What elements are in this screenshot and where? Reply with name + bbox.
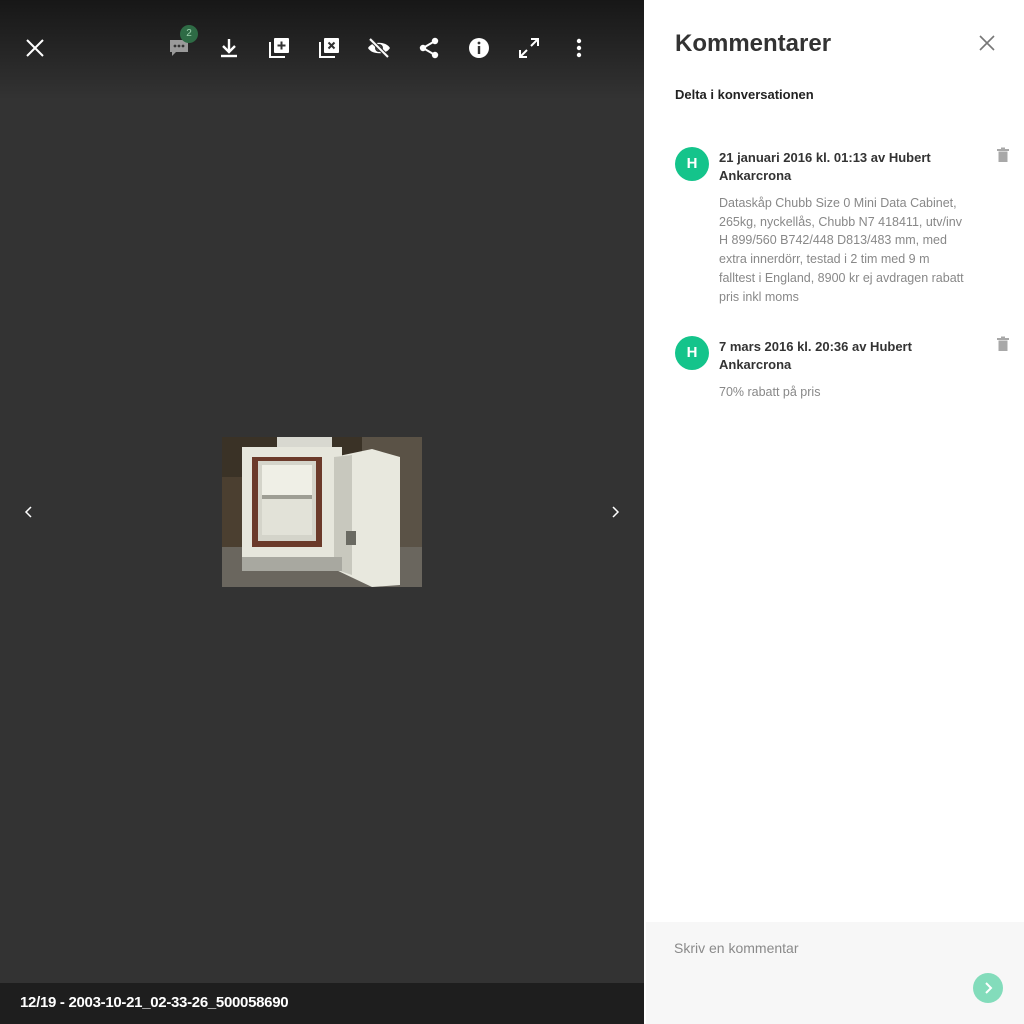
delete-comment-icon[interactable] [996,147,1010,163]
close-icon[interactable] [17,30,53,66]
panel-subtitle: Delta i konversationen [675,87,814,102]
remove-from-album-icon[interactable] [311,30,347,66]
comment-header: 21 januari 2016 kl. 01:13 av Hubert Anka… [719,150,931,183]
send-comment-button[interactable] [973,973,1003,1003]
comments-count-badge: 2 [180,25,198,43]
comment-input[interactable] [674,936,994,960]
next-photo-chevron-icon[interactable] [601,498,629,526]
chevron-right-icon [985,982,993,994]
caption-bar: 12/19 - 2003-10-21_02-33-26_500058690 [0,983,644,1024]
hide-icon[interactable] [361,30,397,66]
comment-body: Dataskåp Chubb Size 0 Mini Data Cabinet,… [719,196,964,304]
viewer-toolbar: 2 [0,0,644,100]
download-icon[interactable] [211,30,247,66]
add-to-album-icon[interactable] [261,30,297,66]
avatar: H [675,336,709,370]
previous-photo-chevron-icon[interactable] [15,498,43,526]
delete-comment-icon[interactable] [996,336,1010,352]
avatar: H [675,147,709,181]
photo-viewer: 2 12/19 - 2003-10-21_02-33-26_500058690 [0,0,644,1024]
comment-compose [646,922,1024,1024]
comment-body: 70% rabatt på pris [719,385,821,399]
photo-caption: 12/19 - 2003-10-21_02-33-26_500058690 [20,994,289,1011]
fullscreen-icon[interactable] [511,30,547,66]
photo-safe-cabinet [222,437,422,587]
share-icon[interactable] [411,30,447,66]
panel-title: Kommentarer [675,30,832,57]
close-panel-icon[interactable] [974,30,1000,56]
info-icon[interactable] [461,30,497,66]
comment-header: 7 mars 2016 kl. 20:36 av Hubert Ankarcro… [719,339,912,372]
more-vertical-icon[interactable] [561,30,597,66]
comments-panel: Kommentarer Delta i konversationen H 21 … [644,0,1024,1024]
